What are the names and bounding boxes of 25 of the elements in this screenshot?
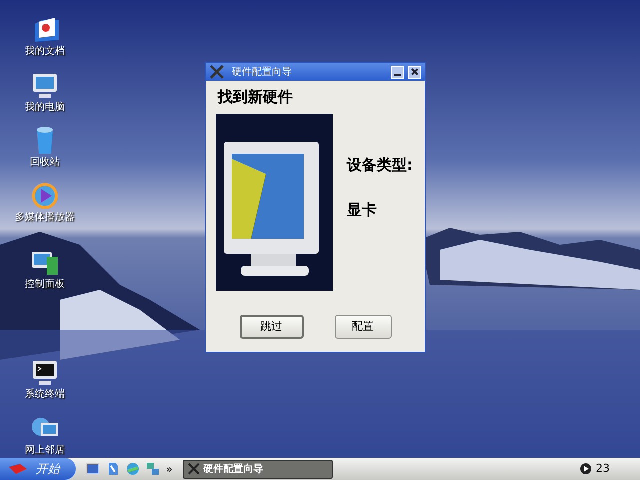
start-icon: [8, 463, 28, 475]
clock: 23: [596, 460, 610, 477]
dialog-button[interactable]: 配置: [334, 315, 392, 339]
desktop-shortcut-label[interactable]: 控制面板: [25, 279, 65, 291]
desktop-icon[interactable]: [86, 462, 100, 476]
speaker-icon[interactable]: [580, 463, 592, 475]
start-button[interactable]: 开始: [0, 458, 76, 480]
network-icon[interactable]: [146, 462, 160, 476]
device-type-label: 设备类型:: [347, 155, 413, 176]
app-icon: [188, 463, 200, 475]
desktop-shortcut-label[interactable]: 我的电脑: [25, 102, 65, 114]
desktop-shortcut-label[interactable]: 网上邻居: [25, 445, 65, 457]
dialog-heading: 找到新硬件: [218, 88, 294, 106]
dialog-button[interactable]: 跳过: [240, 315, 304, 339]
device-type-value: 显卡: [347, 200, 378, 220]
close-button[interactable]: [408, 66, 421, 78]
desktop-shortcut-label[interactable]: 回收站: [30, 157, 60, 169]
window-title: 硬件配置向导: [232, 66, 293, 80]
taskbar-window-button[interactable]: 硬件配置向导: [182, 460, 333, 478]
desktop-shortcut-label[interactable]: 系统终端: [25, 389, 65, 401]
minimize-button[interactable]: [391, 66, 404, 78]
document-icon[interactable]: [106, 462, 120, 476]
more-button[interactable]: »: [166, 464, 173, 474]
app-icon: [210, 65, 224, 79]
desktop-shortcut-label[interactable]: 我的文档: [25, 46, 65, 58]
